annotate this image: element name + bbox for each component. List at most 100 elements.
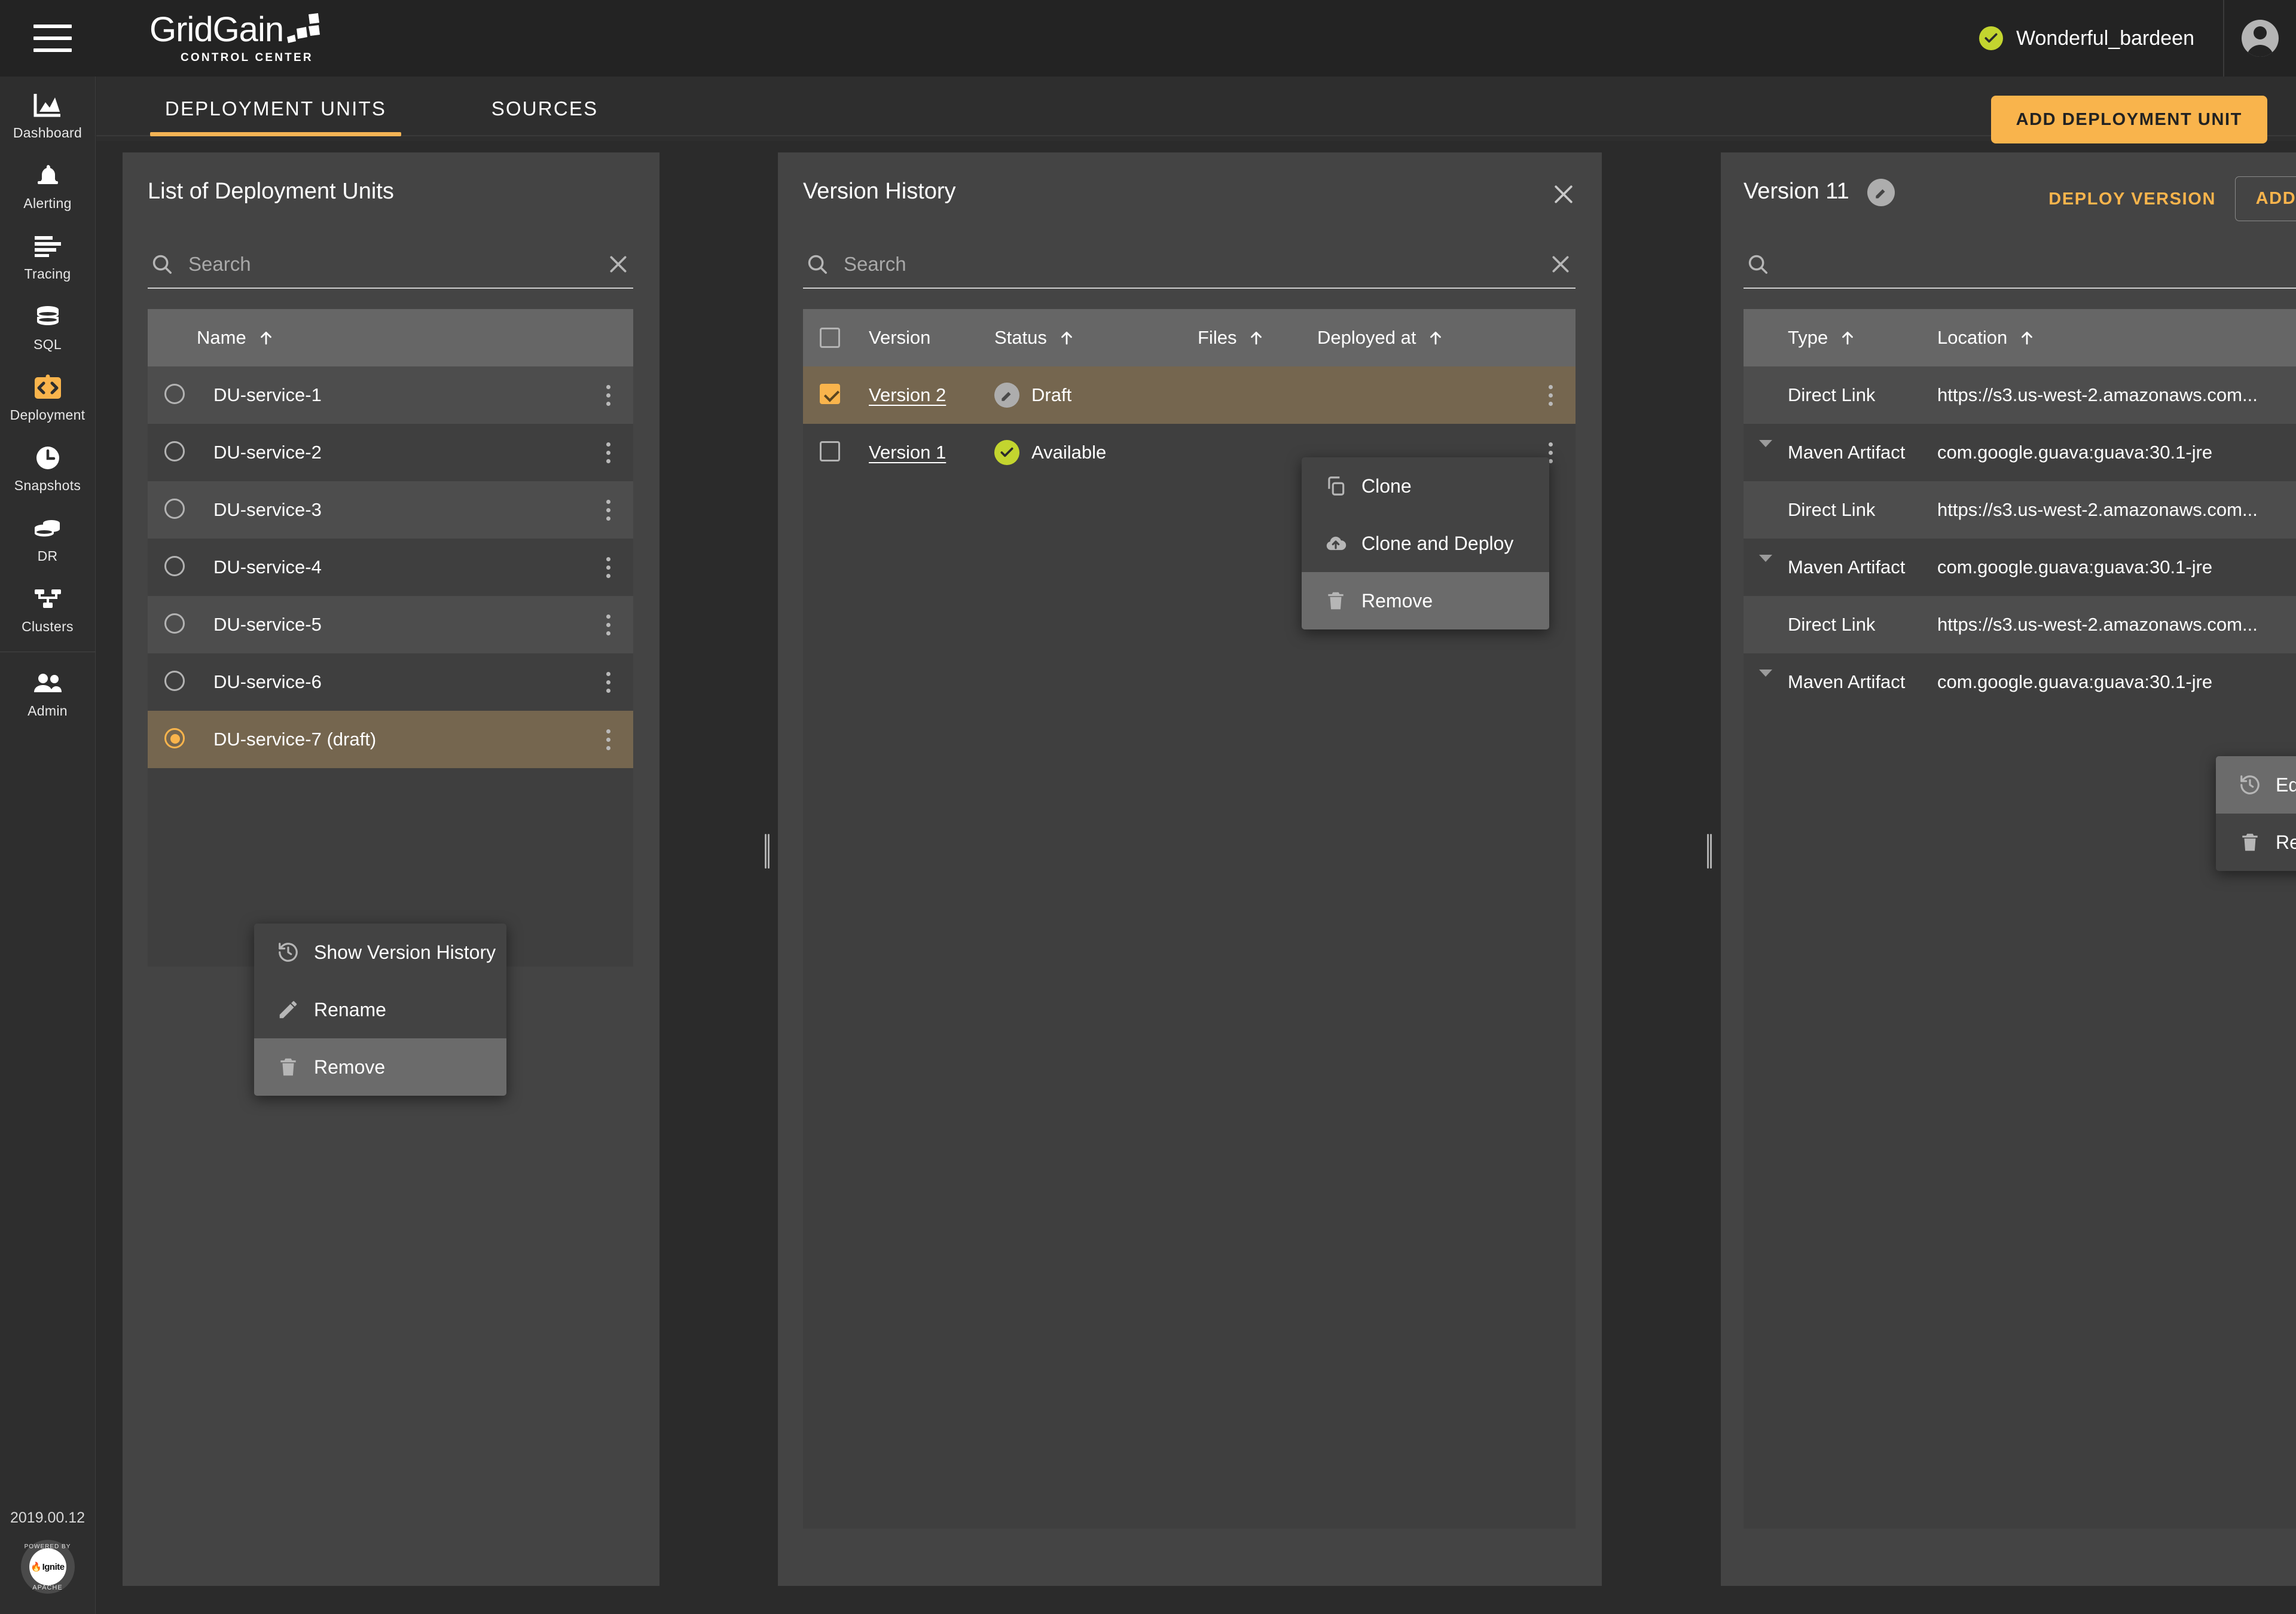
table-row[interactable]: DU-service-1 [148, 366, 633, 424]
sidebar-item-label: Deployment [10, 407, 86, 423]
history-icon [2234, 772, 2266, 798]
column-header-files[interactable]: Files [1198, 327, 1317, 349]
expand-caret-icon[interactable] [1759, 670, 1788, 687]
sidebar-item-dashboard[interactable]: Dashboard [0, 77, 96, 147]
row-actions-button[interactable] [596, 725, 620, 754]
table-row[interactable]: DU-service-3 [148, 481, 633, 539]
close-icon[interactable] [603, 249, 633, 279]
table-row[interactable]: Direct Link https://s3.us-west-2.amazonaw… [1744, 596, 2296, 653]
panels-container: List of Deployment Units Name [96, 152, 2296, 1611]
column-header-deployed-at[interactable]: Deployed at [1317, 327, 1445, 349]
deploy-version-button[interactable]: DEPLOY VERSION [2048, 189, 2216, 209]
tab-deployment-units[interactable]: DEPLOYMENT UNITS [150, 77, 401, 141]
tab-sources[interactable]: SOURCES [455, 77, 634, 141]
panel-resize-handle-left[interactable] [765, 834, 770, 869]
status-label: Draft [1031, 384, 1072, 405]
table-row[interactable]: Maven Artifact com.google.guava:guava:30.… [1744, 539, 2296, 596]
avatar-button[interactable] [2224, 20, 2296, 57]
table-row[interactable]: Direct Link https://s3.us-west-2.amazonaw… [1744, 366, 2296, 424]
sidebar-item-tracing[interactable]: Tracing [0, 218, 96, 288]
cluster-status[interactable]: Wonderful_bardeen [1979, 26, 2223, 50]
version-link[interactable]: Version 1 [869, 442, 994, 463]
expand-caret-icon[interactable] [1759, 555, 1788, 573]
search-icon [1744, 250, 1772, 279]
sidebar-item-admin[interactable]: Admin [0, 655, 96, 725]
menu-item-clone[interactable]: Clone [1302, 457, 1549, 515]
expand-caret-icon[interactable] [1759, 440, 1788, 458]
row-select-radio[interactable] [164, 441, 197, 464]
close-icon[interactable] [1546, 249, 1576, 279]
close-icon[interactable] [1550, 181, 1577, 207]
menu-item-clone-and-deploy[interactable]: Clone and Deploy [1302, 515, 1549, 572]
menu-item-label: Show Version History [314, 941, 496, 963]
row-actions-button[interactable] [596, 381, 620, 409]
add-artifact-button[interactable]: ADD ARTIFACT [2234, 176, 2296, 221]
table-row[interactable]: DU-service-6 [148, 653, 633, 711]
row-checkbox[interactable] [820, 383, 852, 407]
app-version: 2019.00.12 [10, 1509, 86, 1526]
deployment-unit-name: DU-service-6 [213, 671, 322, 692]
column-header-type[interactable]: Type [1788, 327, 1937, 349]
table-row[interactable]: Direct Link https://s3.us-west-2.amazonaw… [1744, 481, 2296, 539]
table-row[interactable]: DU-service-2 [148, 424, 633, 481]
menu-item-rename[interactable]: Rename [254, 981, 506, 1038]
artifact-location: https://s3.us-west-2.amazonaws.com... [1937, 384, 2258, 405]
column-header-label: Deployed at [1317, 327, 1416, 348]
hamburger-icon[interactable] [33, 25, 72, 52]
row-checkbox[interactable] [820, 441, 852, 464]
table-row[interactable]: Maven Artifact com.google.guava:guava:30.… [1744, 653, 2296, 711]
search-icon [803, 250, 832, 279]
search-input[interactable] [1772, 253, 2296, 276]
version-link[interactable]: Version 2 [869, 384, 994, 406]
column-header-status[interactable]: Status [994, 327, 1198, 349]
menu-item-show-version-history[interactable]: Show Version History [254, 924, 506, 981]
row-actions-button[interactable] [596, 553, 620, 582]
row-select-radio[interactable] [164, 670, 197, 694]
search-input[interactable] [832, 253, 1546, 276]
menu-item-remove[interactable]: Remove [2216, 814, 2296, 871]
edit-circle-icon[interactable] [1867, 179, 1895, 206]
add-deployment-unit-button[interactable]: ADD DEPLOYMENT UNIT [1990, 96, 2267, 143]
select-all-checkbox[interactable] [820, 328, 852, 348]
sidebar-item-sql[interactable]: SQL [0, 288, 96, 359]
history-icon [272, 939, 304, 965]
row-actions-button[interactable] [596, 438, 620, 467]
table-row[interactable]: Version 2 Draft [803, 366, 1576, 424]
row-select-radio[interactable] [164, 613, 197, 637]
column-header-label: Name [197, 327, 246, 348]
sidebar-item-clusters[interactable]: Clusters [0, 570, 96, 641]
sidebar-item-snapshots[interactable]: Snapshots [0, 429, 96, 500]
bell-icon [31, 160, 65, 191]
menu-item-edit-artifact[interactable]: Edit Artifact [2216, 756, 2296, 814]
row-select-radio[interactable] [164, 498, 197, 522]
table-header-row: Type Location [1744, 309, 2296, 366]
topbar-right: Wonderful_bardeen [1979, 0, 2296, 77]
brand-subtitle: CONTROL CENTER [181, 51, 313, 64]
table-row[interactable]: DU-service-4 [148, 539, 633, 596]
table-row[interactable]: Maven Artifact com.google.guava:guava:30.… [1744, 424, 2296, 481]
column-header-version[interactable]: Version [869, 327, 994, 349]
row-actions-button[interactable] [596, 668, 620, 696]
row-actions-button[interactable] [1538, 381, 1562, 409]
table-row[interactable]: DU-service-7 (draft) [148, 711, 633, 768]
search-input[interactable] [176, 253, 603, 276]
row-select-radio[interactable] [164, 727, 197, 751]
panel-resize-handle-right[interactable] [1707, 834, 1712, 869]
column-header-location[interactable]: Location [1937, 327, 2036, 349]
sidebar-item-dr[interactable]: DR [0, 500, 96, 570]
row-select-radio[interactable] [164, 555, 197, 579]
sidebar-item-deployment[interactable]: Deployment [0, 359, 96, 429]
version-title: Version 11 [1744, 179, 1895, 206]
column-header-name[interactable]: Name [197, 327, 275, 349]
row-actions-button[interactable] [596, 496, 620, 524]
artifact-context-menu: Edit Artifact Remove [2216, 756, 2296, 871]
sidebar-item-alerting[interactable]: Alerting [0, 147, 96, 218]
menu-item-remove[interactable]: Remove [254, 1038, 506, 1096]
top-bar: GridGain CONTROL CENTER Wonderful_bardee… [0, 0, 2296, 77]
table-row[interactable]: DU-service-5 [148, 596, 633, 653]
menu-item-remove[interactable]: Remove [1302, 572, 1549, 629]
row-select-radio[interactable] [164, 383, 197, 407]
clock-icon [31, 442, 65, 473]
row-actions-button[interactable] [596, 610, 620, 639]
sidebar-item-label: Snapshots [14, 478, 81, 493]
